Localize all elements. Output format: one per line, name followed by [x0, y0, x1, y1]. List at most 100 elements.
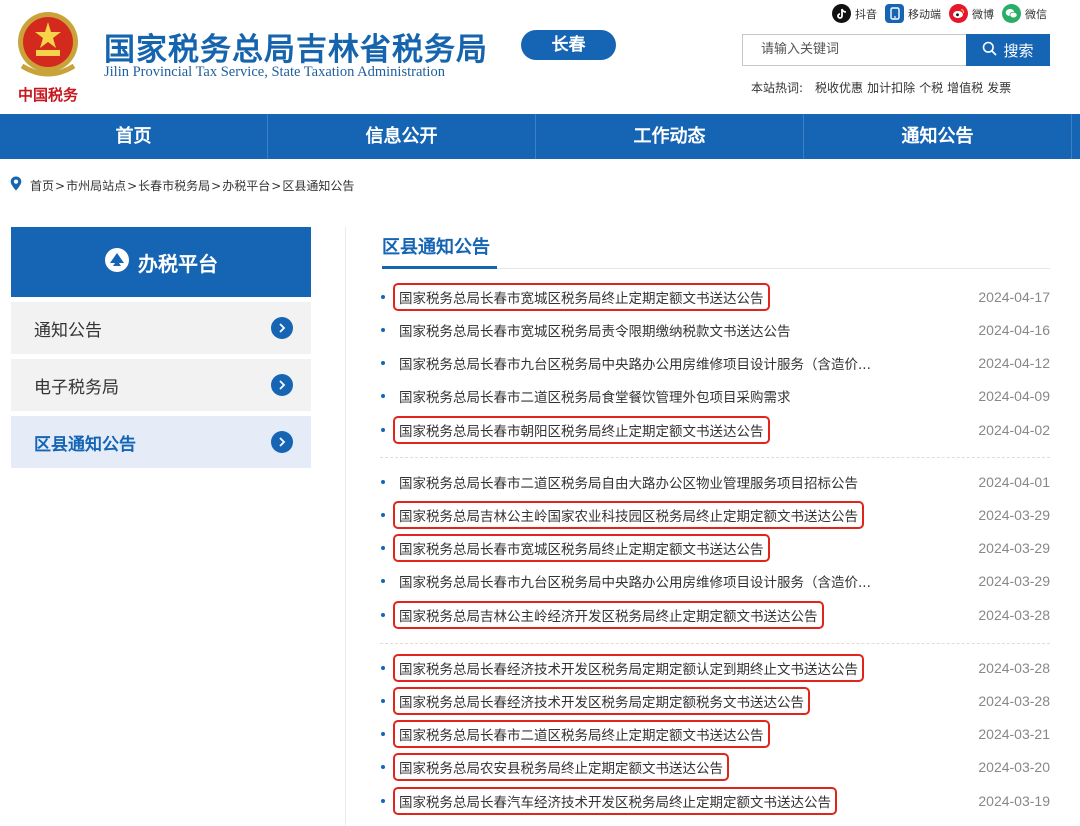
bullet-icon	[381, 732, 385, 737]
weibo-icon	[949, 4, 968, 23]
sidebar-title: 办税平台	[138, 251, 218, 276]
social-douyin[interactable]: 抖音	[832, 4, 877, 23]
tax-emblem-logo[interactable]: 中国税务	[12, 6, 84, 106]
hot-keyword[interactable]: 税收优惠	[815, 79, 863, 96]
news-item[interactable]: 国家税务总局长春市九台区税务局中央路办公用房维修项目设计服务（含造价... 202…	[380, 347, 1050, 380]
bullet-icon	[381, 765, 385, 770]
wechat-icon	[1002, 4, 1021, 23]
chevron-right-icon	[271, 431, 293, 453]
main-nav: 首页 信息公开 工作动态 通知公告	[0, 114, 1080, 159]
chevron-right-icon	[271, 317, 293, 339]
news-date: 2024-04-09	[978, 388, 1050, 405]
sidebar-item-label: 区县通知公告	[34, 434, 136, 455]
hot-keyword[interactable]: 个税	[919, 79, 943, 96]
news-item[interactable]: 国家税务总局吉林公主岭经济开发区税务局终止定期定额文书送达公告 2024-03-2…	[380, 598, 1050, 631]
social-wechat[interactable]: 微信	[1002, 4, 1047, 23]
news-item[interactable]: 国家税务总局长春市二道区税务局终止定期定额文书送达公告 2024-03-21	[380, 718, 1050, 751]
news-item[interactable]: 国家税务总局农安县税务局终止定期定额文书送达公告 2024-03-20	[380, 751, 1050, 784]
social-weibo-label: 微博	[972, 7, 994, 21]
news-title-link[interactable]: 国家税务总局吉林公主岭国家农业科技园区税务局终止定期定额文书送达公告	[393, 500, 864, 529]
news-item[interactable]: 国家税务总局长春经济技术开发区税务局定期定额认定到期终止文书送达公告 2024-0…	[380, 651, 1050, 684]
news-title-link[interactable]: 国家税务总局长春市九台区税务局中央路办公用房维修项目设计服务（含造价...	[395, 569, 875, 593]
breadcrumb-changchun[interactable]: 长春市税务局	[138, 179, 210, 193]
news-date: 2024-04-17	[978, 288, 1050, 305]
sidebar-header: 办税平台	[11, 227, 311, 297]
news-date: 2024-04-16	[978, 321, 1050, 338]
news-date: 2024-03-21	[978, 726, 1050, 743]
site-subtitle: Jilin Provincial Tax Service, State Taxa…	[104, 64, 445, 80]
city-badge[interactable]: 长春	[521, 30, 616, 60]
news-date: 2024-04-02	[978, 421, 1050, 438]
bullet-icon	[381, 698, 385, 703]
news-date: 2024-03-19	[978, 792, 1050, 809]
hot-keywords-label: 本站热词:	[751, 81, 804, 95]
news-item[interactable]: 国家税务总局长春市二道区税务局自由大路办公区物业管理服务项目招标公告 2024-0…	[380, 465, 1050, 498]
bullet-icon	[381, 665, 385, 670]
news-item[interactable]: 国家税务总局长春市宽城区税务局终止定期定额文书送达公告 2024-03-29	[380, 532, 1050, 565]
news-title-link[interactable]: 国家税务总局长春市宽城区税务局责令限期缴纳税款文书送达公告	[395, 318, 795, 342]
nav-home[interactable]: 首页	[0, 114, 268, 159]
news-title-link[interactable]: 国家税务总局长春市二道区税务局食堂餐饮管理外包项目采购需求	[395, 384, 795, 408]
hot-keyword[interactable]: 发票	[987, 79, 1011, 96]
news-title-link[interactable]: 国家税务总局长春汽车经济技术开发区税务局终止定期定额文书送达公告	[393, 786, 837, 815]
news-date: 2024-03-29	[978, 506, 1050, 523]
news-title-link[interactable]: 国家税务总局吉林公主岭经济开发区税务局终止定期定额文书送达公告	[393, 600, 824, 629]
social-mobile[interactable]: 移动端	[885, 4, 941, 23]
search-button[interactable]: 搜索	[966, 34, 1050, 66]
social-weibo[interactable]: 微博	[949, 4, 994, 23]
sidebar-item-district-notices[interactable]: 区县通知公告	[11, 416, 311, 468]
site-header: 中国税务 国家税务总局吉林省税务局 Jilin Provincial Tax S…	[0, 0, 1080, 114]
news-item[interactable]: 国家税务总局长春汽车经济技术开发区税务局终止定期定额文书送达公告 2024-03-…	[380, 784, 1050, 817]
news-item[interactable]: 国家税务总局长春市二道区税务局食堂餐饮管理外包项目采购需求 2024-04-09	[380, 380, 1050, 413]
group-divider	[380, 643, 1050, 644]
news-title-link[interactable]: 国家税务总局长春经济技术开发区税务局定期定额税务文书送达公告	[393, 686, 810, 715]
column-divider	[345, 227, 346, 826]
douyin-icon	[832, 4, 851, 23]
breadcrumb-home[interactable]: 首页	[30, 179, 54, 193]
page-title: 区县通知公告	[382, 237, 490, 258]
bullet-icon	[381, 327, 385, 332]
breadcrumb-platform[interactable]: 办税平台	[222, 179, 270, 193]
social-mobile-label: 移动端	[908, 7, 941, 21]
nav-work-news[interactable]: 工作动态	[536, 114, 804, 159]
news-title-link[interactable]: 国家税务总局长春市宽城区税务局终止定期定额文书送达公告	[393, 534, 770, 563]
sidebar-item-label: 通知公告	[34, 320, 102, 341]
bullet-icon	[381, 294, 385, 299]
bullet-icon	[381, 798, 385, 803]
news-item[interactable]: 国家税务总局长春经济技术开发区税务局定期定额税务文书送达公告 2024-03-28	[380, 684, 1050, 717]
bullet-icon	[381, 361, 385, 366]
news-title-link[interactable]: 国家税务总局长春市宽城区税务局终止定期定额文书送达公告	[393, 282, 770, 311]
nav-info-disclosure[interactable]: 信息公开	[268, 114, 536, 159]
news-title-link[interactable]: 国家税务总局长春市二道区税务局终止定期定额文书送达公告	[393, 720, 770, 749]
bullet-icon	[381, 427, 385, 432]
hot-keyword[interactable]: 增值税	[947, 79, 983, 96]
chevron-right-icon	[271, 374, 293, 396]
search-icon	[982, 41, 998, 60]
social-wechat-label: 微信	[1025, 7, 1047, 21]
news-item[interactable]: 国家税务总局长春市九台区税务局中央路办公用房维修项目设计服务（含造价... 202…	[380, 565, 1050, 598]
news-item[interactable]: 国家税务总局吉林公主岭国家农业科技园区税务局终止定期定额文书送达公告 2024-0…	[380, 498, 1050, 531]
news-date: 2024-03-20	[978, 759, 1050, 776]
news-title-link[interactable]: 国家税务总局长春市朝阳区税务局终止定期定额文书送达公告	[393, 415, 770, 444]
news-date: 2024-03-29	[978, 573, 1050, 590]
news-item[interactable]: 国家税务总局长春市宽城区税务局责令限期缴纳税款文书送达公告 2024-04-16	[380, 313, 1050, 346]
news-item[interactable]: 国家税务总局长春市朝阳区税务局终止定期定额文书送达公告 2024-04-02	[380, 413, 1050, 446]
news-title-link[interactable]: 国家税务总局长春市二道区税务局自由大路办公区物业管理服务项目招标公告	[395, 470, 862, 494]
nav-notices[interactable]: 通知公告	[804, 114, 1072, 159]
news-title-link[interactable]: 国家税务总局农安县税务局终止定期定额文书送达公告	[393, 753, 729, 782]
hot-keywords: 本站热词: 税收优惠 加计扣除 个税 增值税 发票	[751, 79, 1011, 96]
hot-keyword[interactable]: 加计扣除	[867, 79, 915, 96]
breadcrumb: 首页>市州局站点>长春市税务局>办税平台>区县通知公告	[10, 176, 354, 194]
bullet-icon	[381, 579, 385, 584]
sidebar-item-e-tax-bureau[interactable]: 电子税务局	[11, 359, 311, 411]
sidebar-item-notices[interactable]: 通知公告	[11, 302, 311, 354]
news-title-link[interactable]: 国家税务总局长春市九台区税务局中央路办公用房维修项目设计服务（含造价...	[395, 351, 875, 375]
search-input[interactable]: 请输入关键词	[742, 34, 966, 66]
news-item[interactable]: 国家税务总局长春市宽城区税务局终止定期定额文书送达公告 2024-04-17	[380, 280, 1050, 313]
breadcrumb-city-sites[interactable]: 市州局站点	[66, 179, 126, 193]
mobile-icon	[885, 4, 904, 23]
social-links: 抖音 移动端 微博 微信	[832, 4, 1047, 23]
news-title-link[interactable]: 国家税务总局长春经济技术开发区税务局定期定额认定到期终止文书送达公告	[393, 653, 864, 682]
breadcrumb-current[interactable]: 区县通知公告	[282, 179, 354, 193]
platform-logo-icon	[104, 247, 130, 278]
